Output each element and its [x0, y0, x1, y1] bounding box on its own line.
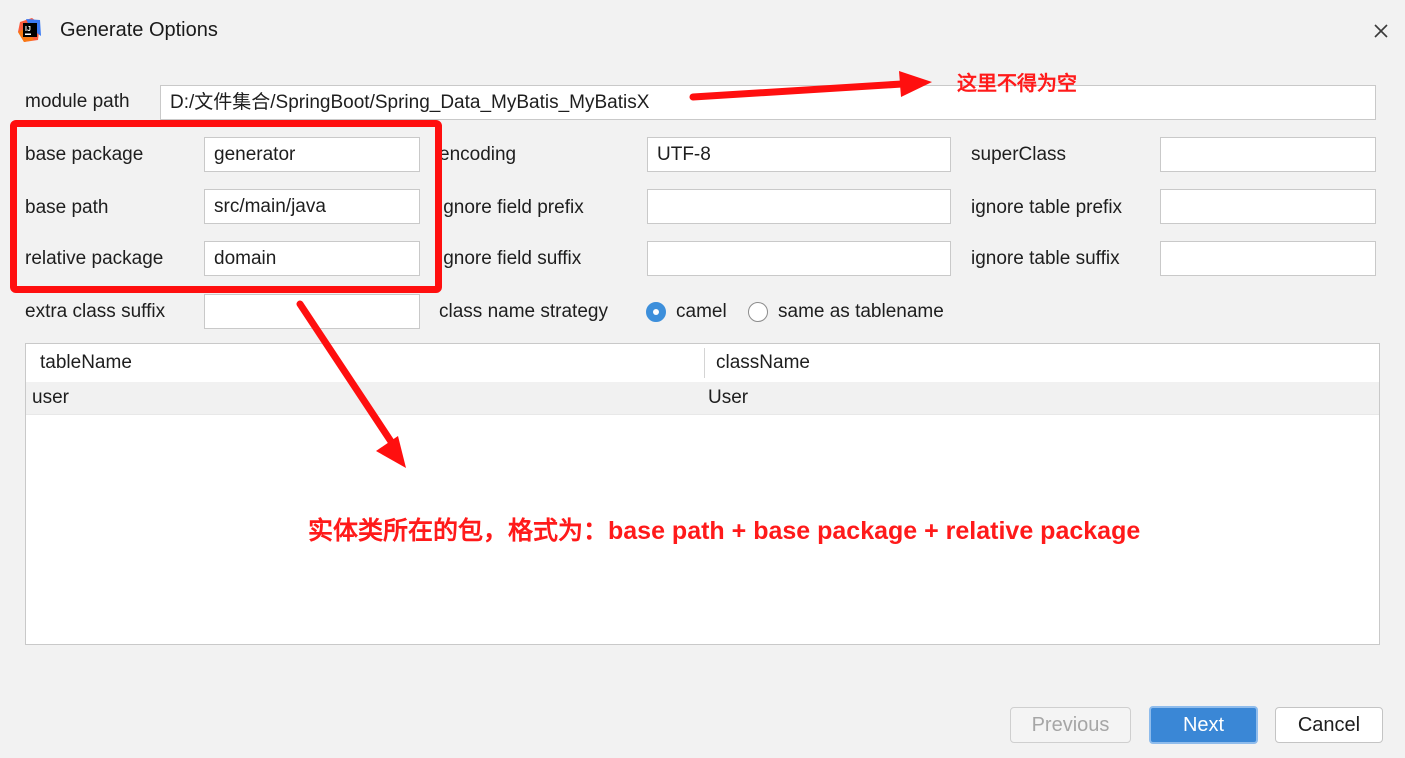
table-row[interactable]: user User	[26, 382, 1379, 415]
annotation-highlight-box	[10, 120, 442, 293]
previous-button[interactable]: Previous	[1010, 707, 1131, 743]
package-format-annotation: 实体类所在的包，格式为：base path + base package + r…	[308, 517, 1141, 545]
cancel-button[interactable]: Cancel	[1275, 707, 1383, 743]
column-divider[interactable]	[704, 348, 705, 378]
ignore-field-suffix-label: ignore field suffix	[439, 248, 582, 269]
camel-option-label[interactable]: camel	[676, 300, 727, 324]
ignore-table-prefix-input[interactable]	[1160, 189, 1376, 224]
table-cell-tablename[interactable]: user	[32, 382, 69, 414]
module-path-label: module path	[25, 91, 130, 112]
encoding-input[interactable]: UTF-8	[647, 137, 951, 172]
module-path-annotation: 这里不得为空	[957, 73, 1077, 95]
ignore-table-suffix-input[interactable]	[1160, 241, 1376, 276]
ignore-table-suffix-label: ignore table suffix	[971, 248, 1120, 269]
ignore-field-prefix-input[interactable]	[647, 189, 951, 224]
ignore-field-suffix-input[interactable]	[647, 241, 951, 276]
title-bar: IJ Generate Options	[0, 0, 1405, 60]
table-header: tableName className	[26, 344, 1379, 383]
window-title: Generate Options	[60, 19, 218, 41]
next-button[interactable]: Next	[1149, 706, 1258, 744]
superclass-label: superClass	[971, 144, 1067, 165]
svg-text:IJ: IJ	[25, 26, 31, 33]
class-name-strategy-label: class name strategy	[439, 301, 608, 322]
module-path-input[interactable]: D:/文件集合/SpringBoot/Spring_Data_MyBatis_M…	[160, 85, 1376, 120]
camel-radio[interactable]	[646, 302, 666, 322]
table-cell-classname[interactable]: User	[708, 382, 748, 414]
extra-class-suffix-label: extra class suffix	[25, 301, 166, 322]
encoding-label: encoding	[439, 144, 517, 165]
column-header-tablename[interactable]: tableName	[40, 344, 132, 382]
ignore-table-prefix-label: ignore table prefix	[971, 197, 1123, 218]
close-icon[interactable]	[1366, 16, 1396, 46]
intellij-idea-icon: IJ	[18, 18, 41, 42]
same-as-tablename-option-label[interactable]: same as tablename	[778, 300, 944, 324]
table-mapping[interactable]: tableName className user User	[25, 343, 1380, 645]
ignore-field-prefix-label: ignore field prefix	[439, 197, 584, 218]
same-as-tablename-radio[interactable]	[748, 302, 768, 322]
column-header-classname[interactable]: className	[716, 344, 810, 382]
superclass-input[interactable]	[1160, 137, 1376, 172]
extra-class-suffix-input[interactable]	[204, 294, 420, 329]
